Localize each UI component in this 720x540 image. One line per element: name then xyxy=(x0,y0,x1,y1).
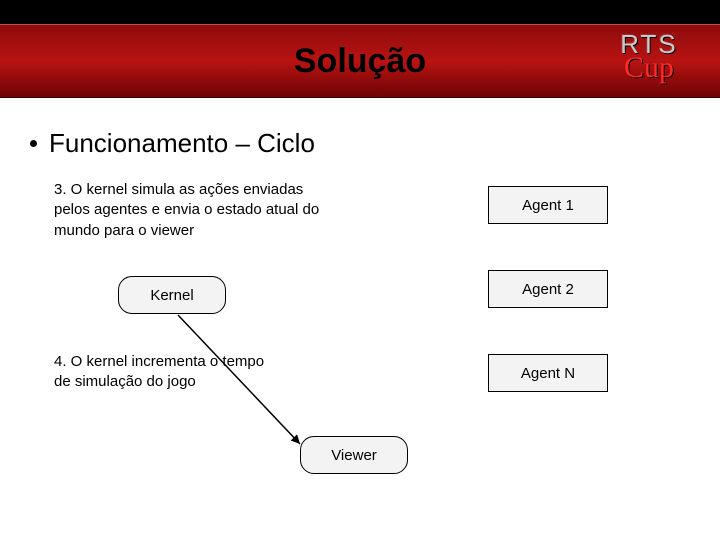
node-agent-2: Agent 2 xyxy=(488,270,608,308)
slide-title: Solução xyxy=(294,42,426,81)
header-band: Solução xyxy=(0,24,720,98)
slide-header: Solução RTS Cup xyxy=(0,0,720,98)
node-agent-n: Agent N xyxy=(488,354,608,392)
bullet-dot-icon xyxy=(30,140,37,147)
step-4-text: 4. O kernel incrementa o tempo de simula… xyxy=(54,352,274,393)
step-3-text: 3. O kernel simula as ações enviadas pel… xyxy=(54,180,334,241)
bullet-row: Funcionamento – Ciclo xyxy=(28,128,692,159)
node-agent-n-label: Agent N xyxy=(521,365,575,382)
slide-body: Funcionamento – Ciclo 3. O kernel simula… xyxy=(0,98,720,159)
node-viewer: Viewer xyxy=(300,436,408,474)
node-agent-1-label: Agent 1 xyxy=(522,197,574,214)
node-viewer-label: Viewer xyxy=(331,447,377,464)
bullet-text: Funcionamento – Ciclo xyxy=(49,128,315,159)
node-agent-1: Agent 1 xyxy=(488,186,608,224)
node-kernel-label: Kernel xyxy=(150,287,193,304)
node-agent-2-label: Agent 2 xyxy=(522,281,574,298)
node-kernel: Kernel xyxy=(118,276,226,314)
